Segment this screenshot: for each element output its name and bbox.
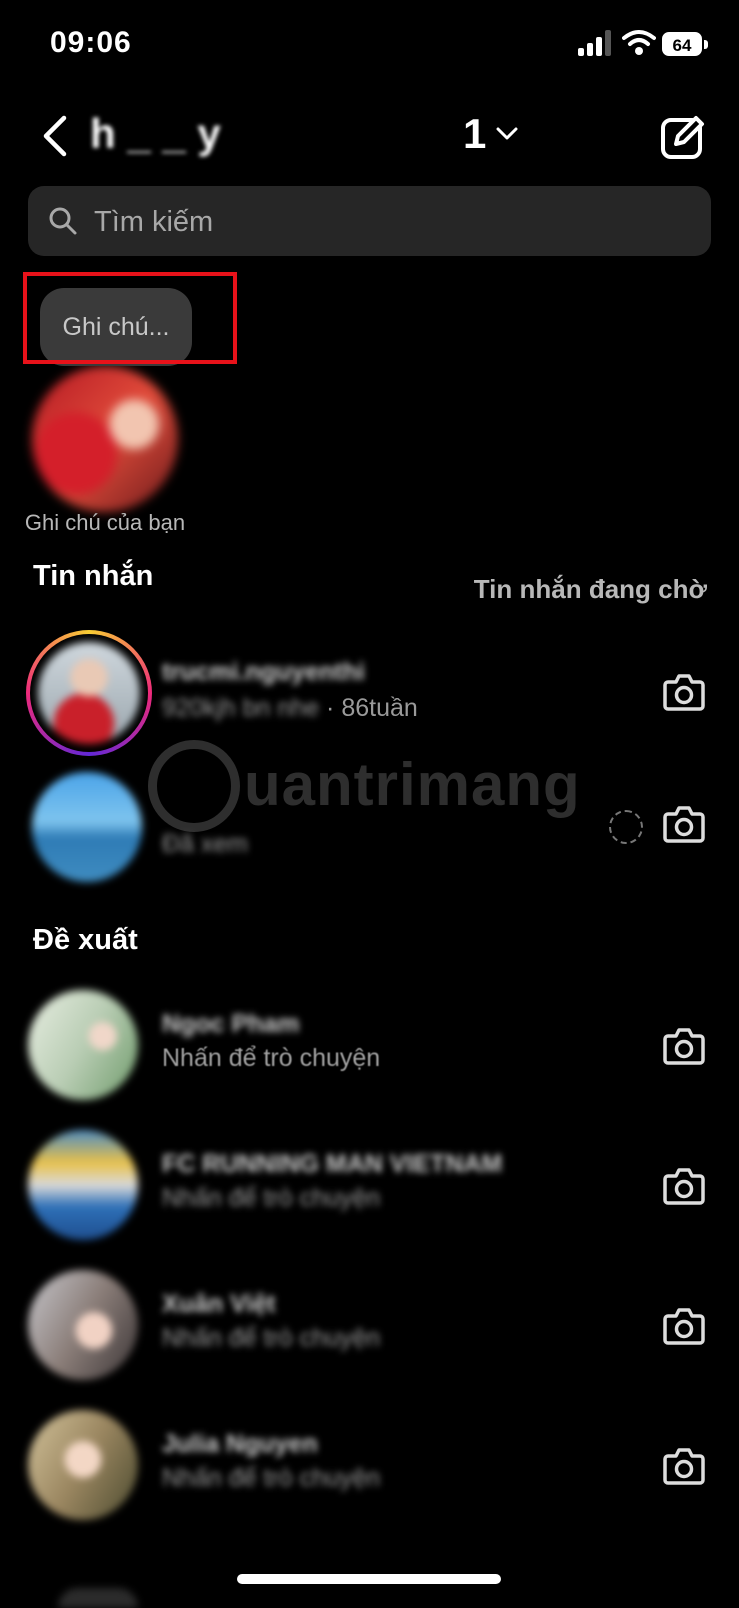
conversation-name: trucmi.nguyenthi bbox=[162, 658, 365, 686]
conversation-snippet: 920kjh bn nhe · 86tuần bbox=[162, 694, 418, 723]
battery-indicator: 64 bbox=[662, 32, 702, 56]
suggest-name: Xuân Việt bbox=[162, 1290, 276, 1318]
suggest-name: Ngoc Pham bbox=[162, 1010, 300, 1038]
camera-icon[interactable] bbox=[662, 1164, 706, 1208]
camera-icon[interactable] bbox=[662, 802, 706, 846]
suggest-sub: Nhấn để trò chuyện bbox=[162, 1184, 381, 1212]
loading-indicator bbox=[609, 810, 643, 844]
status-time: 09:06 bbox=[50, 26, 132, 59]
my-note-label: Ghi chú của bạn bbox=[24, 510, 186, 535]
suggest-row[interactable]: FC RUNNING MAN VIETNAM Nhấn để trò chuyệ… bbox=[0, 1128, 739, 1258]
watermark: uantrimang bbox=[148, 740, 598, 850]
header: h _ _ y 1 bbox=[0, 100, 739, 170]
search-icon bbox=[49, 207, 77, 235]
account-count[interactable]: 1 bbox=[463, 110, 486, 158]
camera-icon[interactable] bbox=[662, 670, 706, 714]
home-indicator[interactable] bbox=[237, 1574, 501, 1584]
suggest-sub: Nhấn để trò chuyện bbox=[162, 1044, 381, 1072]
highlight-box bbox=[23, 272, 237, 364]
avatar bbox=[38, 642, 140, 744]
watermark-bulb-icon bbox=[148, 740, 240, 832]
avatar bbox=[32, 772, 142, 882]
messages-title: Tin nhắn bbox=[33, 560, 154, 592]
suggest-name: Julia Nguyen bbox=[162, 1430, 318, 1458]
suggest-title: Đề xuất bbox=[33, 924, 138, 956]
compose-icon[interactable] bbox=[660, 114, 706, 160]
search-input[interactable] bbox=[92, 186, 696, 258]
suggest-row[interactable]: Xuân Việt Nhấn để trò chuyện bbox=[0, 1268, 739, 1398]
watermark-text: uantrimang bbox=[244, 751, 581, 818]
snippet-text: 920kjh bn nhe bbox=[162, 694, 320, 722]
avatar bbox=[28, 990, 138, 1100]
pending-messages-link[interactable]: Tin nhắn đang chờ bbox=[474, 574, 707, 605]
battery-tip bbox=[704, 40, 708, 49]
signal-icon bbox=[578, 30, 616, 56]
suggest-sub: Nhấn để trò chuyện bbox=[162, 1464, 381, 1492]
back-icon[interactable] bbox=[38, 114, 72, 158]
account-name[interactable]: h _ _ y bbox=[90, 110, 221, 158]
wifi-icon bbox=[622, 30, 656, 55]
camera-icon[interactable] bbox=[662, 1024, 706, 1068]
avatar bbox=[28, 1130, 138, 1240]
camera-icon[interactable] bbox=[662, 1444, 706, 1488]
suggest-sub: Nhấn để trò chuyện bbox=[162, 1324, 381, 1352]
my-avatar[interactable] bbox=[32, 366, 178, 512]
snippet-time: · 86tuần bbox=[326, 694, 418, 722]
camera-icon[interactable] bbox=[662, 1304, 706, 1348]
avatar bbox=[28, 1410, 138, 1520]
search-bar[interactable] bbox=[28, 186, 711, 258]
chevron-down-icon[interactable] bbox=[495, 126, 519, 142]
suggest-row[interactable]: Julia Nguyen Nhấn để trò chuyện bbox=[0, 1408, 739, 1538]
partial-avatar bbox=[58, 1588, 138, 1608]
avatar bbox=[28, 1270, 138, 1380]
status-bar: 09:06 64 bbox=[0, 0, 739, 90]
suggest-row[interactable]: Ngoc Pham Nhấn để trò chuyện bbox=[0, 988, 739, 1118]
suggest-name: FC RUNNING MAN VIETNAM bbox=[162, 1150, 503, 1178]
